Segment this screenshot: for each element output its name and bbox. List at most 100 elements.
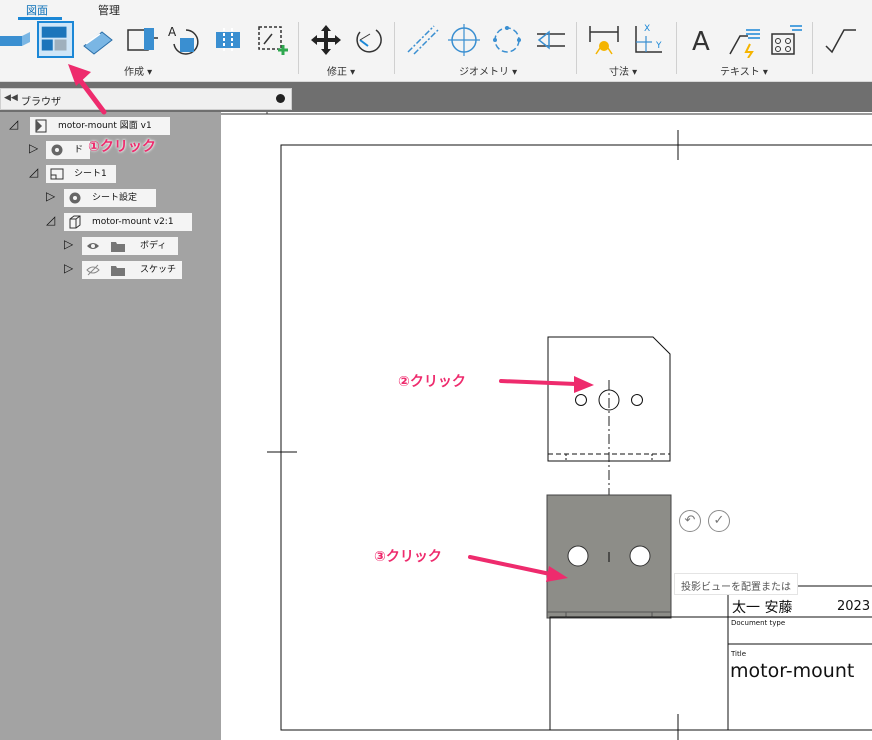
panel-options-icon[interactable]	[276, 94, 285, 103]
rotate-button[interactable]	[350, 22, 386, 58]
surface-texture-icon	[825, 29, 856, 54]
tree-node-sheet-settings[interactable]: シート設定	[64, 189, 156, 207]
text-button[interactable]: A	[686, 22, 722, 58]
ribbon-separator	[298, 22, 299, 74]
centerline-icon	[407, 25, 439, 55]
ribbon-separator	[394, 22, 395, 74]
new-sheet-button[interactable]	[254, 22, 290, 58]
tree-node-label: ボディ	[140, 241, 167, 251]
leader-icon	[729, 29, 760, 58]
break-view-icon: A	[168, 25, 199, 55]
title-block-doc-type-label: Document type	[731, 619, 786, 627]
move-button[interactable]	[308, 22, 344, 58]
section-view-button[interactable]	[80, 22, 116, 58]
drawing-document-icon	[35, 119, 47, 133]
group-label-dimension[interactable]: 寸法 ▾	[609, 63, 637, 78]
ribbon-separator	[676, 22, 677, 74]
group-label-geometry[interactable]: ジオメトリ ▾	[459, 63, 517, 78]
title-block-title-label: Title	[731, 650, 747, 658]
svg-text:A: A	[168, 25, 177, 39]
tree-node-label: motor-mount v2:1	[92, 217, 174, 227]
drawing-sheet	[221, 112, 872, 740]
annotation-step3: ③クリック	[374, 549, 442, 565]
group-label-create[interactable]: 作成 ▾	[124, 63, 152, 78]
annotation-step1: ①クリック	[88, 139, 156, 155]
undo-view-icon[interactable]: ↶	[679, 510, 701, 532]
browser-tree: ◿ motor-mount 図面 v1 ▷ ド ◿ シート1 ▷ シート設定 ◿…	[0, 112, 221, 740]
svg-text:Y: Y	[655, 41, 662, 51]
crop-view-button[interactable]	[210, 22, 246, 58]
folder-icon	[111, 242, 125, 252]
collapsed-triangle-icon[interactable]: ▷	[64, 237, 73, 251]
expand-triangle-icon[interactable]: ◿	[29, 165, 38, 179]
ribbon-separator	[812, 22, 813, 74]
dimension-icon	[589, 26, 619, 55]
ribbon-toolbar: 図面 管理 A 作成 ▾ 修正 ▾ ジオメトリ ▾ X Y 寸法 ▾ A テキス…	[0, 0, 872, 82]
gear-icon	[69, 192, 81, 204]
tree-node-view[interactable]: motor-mount v2:1	[64, 213, 192, 231]
text-icon: A	[692, 27, 710, 57]
collapsed-triangle-icon[interactable]: ▷	[46, 189, 55, 203]
crop-view-icon	[216, 28, 240, 52]
confirm-check-icon[interactable]: ✓	[708, 510, 730, 532]
break-view-button[interactable]: A	[166, 22, 202, 58]
centerline-button[interactable]	[404, 22, 440, 58]
tree-node-document-settings[interactable]: ド	[46, 141, 90, 159]
ordinate-dimension-icon: XY	[635, 24, 662, 53]
tree-node-bodies[interactable]: ボディ	[82, 237, 178, 255]
tree-node-drawing-root[interactable]: motor-mount 図面 v1	[30, 117, 170, 135]
projected-view-icon	[41, 26, 67, 51]
dimension-button[interactable]	[586, 22, 622, 58]
svg-text:A: A	[692, 27, 710, 57]
collapse-panel-icon[interactable]: ◀◀	[4, 93, 18, 103]
tree-node-sketches[interactable]: スケッチ	[82, 261, 182, 279]
projected-view-button[interactable]	[37, 21, 74, 58]
center-mark-icon	[448, 24, 480, 56]
ordinate-dimension-button[interactable]: XY	[630, 22, 666, 58]
title-block-year: 2023	[837, 599, 871, 614]
center-mark-button[interactable]	[446, 22, 482, 58]
detail-view-icon	[127, 28, 158, 51]
surface-texture-button[interactable]	[822, 22, 858, 58]
component-box-icon	[69, 215, 81, 229]
svg-text:X: X	[644, 24, 650, 34]
balloon-icon	[771, 25, 802, 55]
expand-triangle-icon[interactable]: ◿	[9, 117, 18, 131]
drawing-canvas[interactable]: ↶ ✓ 投影ビューを配置または 太一 安藤 2023 Document type…	[221, 112, 872, 740]
group-label-text[interactable]: テキスト ▾	[720, 63, 768, 78]
edge-extension-button[interactable]	[533, 22, 569, 58]
browser-title: ブラウザ	[21, 97, 61, 108]
rotate-icon	[356, 29, 382, 53]
base-view-button[interactable]	[0, 22, 32, 58]
placement-tooltip: 投影ビューを配置または	[674, 573, 798, 595]
folder-icon	[111, 266, 125, 276]
gear-icon	[51, 144, 63, 156]
tree-node-label: スケッチ	[140, 265, 177, 275]
tree-node-label: motor-mount 図面 v1	[58, 121, 152, 131]
move-icon	[311, 25, 341, 55]
title-block-author: 太一 安藤	[732, 600, 793, 616]
leader-button[interactable]	[726, 22, 762, 58]
tree-node-label: ド	[74, 145, 84, 155]
collapsed-triangle-icon[interactable]: ▷	[64, 261, 73, 275]
base-view-icon	[0, 32, 30, 46]
tree-node-sheet1[interactable]: シート1	[46, 165, 116, 183]
new-sheet-icon	[258, 26, 288, 55]
group-label-modify[interactable]: 修正 ▾	[327, 63, 355, 78]
section-view-icon	[83, 31, 113, 55]
sheet-icon	[50, 168, 64, 180]
tab-drawing[interactable]: 図面	[26, 2, 48, 18]
active-tab-indicator	[18, 17, 62, 20]
visible-eye-icon[interactable]	[86, 239, 100, 253]
tree-node-label: シート1	[74, 169, 107, 179]
expand-triangle-icon[interactable]: ◿	[46, 213, 55, 227]
tree-node-label: シート設定	[92, 193, 138, 203]
tab-manage[interactable]: 管理	[98, 2, 120, 18]
hidden-eye-icon[interactable]	[86, 263, 100, 277]
front-view-selected[interactable]	[546, 494, 672, 619]
balloon-button[interactable]	[768, 22, 804, 58]
collapsed-triangle-icon[interactable]: ▷	[29, 141, 38, 155]
edge-extension-icon	[537, 30, 565, 50]
center-mark-pattern-button[interactable]	[489, 22, 525, 58]
detail-view-button[interactable]	[124, 22, 160, 58]
